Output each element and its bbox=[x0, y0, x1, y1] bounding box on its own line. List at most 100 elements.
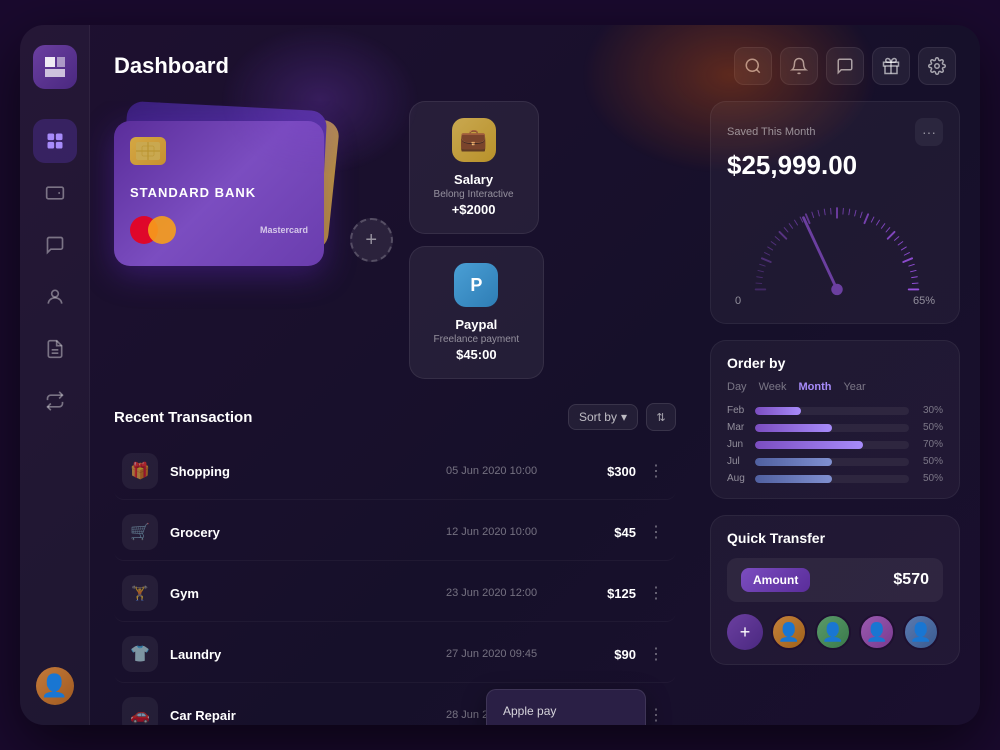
tx-more-car-repair[interactable]: ⋮ bbox=[644, 703, 668, 725]
sidebar-item-reports[interactable] bbox=[33, 327, 77, 371]
bar-fill-feb bbox=[755, 407, 801, 415]
avatar-1[interactable]: 👤 bbox=[771, 614, 807, 650]
salary-name: Salary bbox=[434, 172, 514, 187]
transfer-title: Quick Transfer bbox=[727, 530, 943, 546]
page-title: Dashboard bbox=[114, 53, 722, 79]
tx-more-laundry[interactable]: ⋮ bbox=[644, 642, 668, 666]
amount-label: Amount bbox=[741, 568, 810, 592]
laundry-icon: 👕 bbox=[122, 636, 158, 672]
order-card: Order by Day Week Month Year Feb bbox=[710, 340, 960, 499]
tx-more-shopping[interactable]: ⋮ bbox=[644, 459, 668, 483]
savings-card: Saved This Month ··· $25,999.00 bbox=[710, 101, 960, 324]
savings-amount: $25,999.00 bbox=[727, 150, 943, 181]
sort-dropdown[interactable]: Sort by ▾ bbox=[568, 404, 638, 430]
sort-order-button[interactable]: ⇅ bbox=[646, 403, 676, 431]
list-item: Aug 50% bbox=[727, 473, 943, 484]
transaction-list: 🎁 Shopping 05 Jun 2020 10:00 $300 ⋮ 🛒 Gr… bbox=[114, 443, 676, 725]
savings-more-button[interactable]: ··· bbox=[915, 118, 943, 146]
sort-controls: Sort by ▾ ⇅ bbox=[568, 403, 676, 431]
tab-year[interactable]: Year bbox=[843, 381, 865, 393]
tx-date-grocery: 12 Jun 2020 10:00 bbox=[446, 526, 576, 538]
user-avatar[interactable]: 👤 bbox=[36, 667, 74, 705]
gift-button[interactable] bbox=[872, 47, 910, 85]
content-area: STANDARD BANK Mastercard + bbox=[90, 101, 980, 725]
salary-card[interactable]: 💼 Salary Belong Interactive +$2000 bbox=[409, 101, 539, 234]
tx-more-gym[interactable]: ⋮ bbox=[644, 581, 668, 605]
table-row: 🎁 Shopping 05 Jun 2020 10:00 $300 ⋮ bbox=[114, 443, 676, 500]
left-panel: STANDARD BANK Mastercard + bbox=[90, 101, 700, 725]
bar-track-mar bbox=[755, 424, 909, 432]
header: Dashboard bbox=[90, 25, 980, 101]
sidebar-item-exchange[interactable] bbox=[33, 379, 77, 423]
savings-label: Saved This Month bbox=[727, 126, 815, 138]
avatar-4[interactable]: 👤 bbox=[903, 614, 939, 650]
transactions-title: Recent Transaction bbox=[114, 409, 252, 426]
avatar-2[interactable]: 👤 bbox=[815, 614, 851, 650]
paypal-name: Paypal bbox=[434, 317, 520, 332]
bar-fill-jul bbox=[755, 458, 832, 466]
paypal-sub: Freelance payment bbox=[434, 334, 520, 345]
grocery-icon: 🛒 bbox=[122, 514, 158, 550]
search-button[interactable] bbox=[734, 47, 772, 85]
tab-week[interactable]: Week bbox=[759, 381, 787, 393]
bar-fill-mar bbox=[755, 424, 832, 432]
table-row: 👕 Laundry 27 Jun 2020 09:45 $90 ⋮ bbox=[114, 626, 676, 683]
context-apple-pay[interactable]: Apple pay bbox=[487, 696, 645, 725]
add-person-button[interactable]: + bbox=[727, 614, 763, 650]
tx-amount-shopping: $300 bbox=[576, 464, 636, 479]
sidebar-item-wallet[interactable] bbox=[33, 171, 77, 215]
table-row: 🚗 Car Repair 28 Jun 2020 10:20 ⋮ Apple p… bbox=[114, 687, 676, 725]
tx-amount-grocery: $45 bbox=[576, 525, 636, 540]
credit-card[interactable]: STANDARD BANK Mastercard bbox=[114, 121, 324, 266]
order-title: Order by bbox=[727, 355, 943, 371]
card-bank-name: STANDARD BANK bbox=[130, 185, 308, 200]
mastercard-orange-circle bbox=[148, 216, 176, 244]
paypal-amount: $45:00 bbox=[434, 347, 520, 362]
sidebar-nav bbox=[33, 119, 77, 657]
sidebar-item-messages[interactable] bbox=[33, 223, 77, 267]
avatar-3[interactable]: 👤 bbox=[859, 614, 895, 650]
add-card-button[interactable]: + bbox=[350, 218, 393, 262]
shopping-icon: 🎁 bbox=[122, 453, 158, 489]
tx-more-grocery[interactable]: ⋮ bbox=[644, 520, 668, 544]
bar-track-jun bbox=[755, 441, 909, 449]
table-row: 🏋 Gym 23 Jun 2020 12:00 $125 ⋮ bbox=[114, 565, 676, 622]
bar-track-aug bbox=[755, 475, 909, 483]
app-logo[interactable] bbox=[33, 45, 77, 89]
tx-amount-laundry: $90 bbox=[576, 647, 636, 662]
settings-button[interactable] bbox=[918, 47, 956, 85]
main-content: Dashboard bbox=[90, 25, 980, 725]
paypal-card[interactable]: P Paypal Freelance payment $45:00 bbox=[409, 246, 545, 379]
right-panel: Saved This Month ··· $25,999.00 bbox=[700, 101, 980, 725]
tab-month[interactable]: Month bbox=[798, 381, 831, 393]
tab-day[interactable]: Day bbox=[727, 381, 747, 393]
transfer-card: Quick Transfer Amount $570 + 👤 👤 👤 👤 bbox=[710, 515, 960, 665]
sidebar-item-profile[interactable] bbox=[33, 275, 77, 319]
card-logo-area: Mastercard bbox=[130, 216, 308, 244]
bar-fill-aug bbox=[755, 475, 832, 483]
avatars-row: + 👤 👤 👤 👤 bbox=[727, 614, 943, 650]
list-item: Mar 50% bbox=[727, 422, 943, 433]
context-menu: Apple pay Transfer to account Report for… bbox=[486, 689, 646, 725]
messages-button[interactable] bbox=[826, 47, 864, 85]
bar-fill-jun bbox=[755, 441, 863, 449]
tx-name-gym: Gym bbox=[170, 586, 446, 601]
list-item: Feb 30% bbox=[727, 405, 943, 416]
table-row: 🛒 Grocery 12 Jun 2020 10:00 $45 ⋮ bbox=[114, 504, 676, 561]
card-chip bbox=[130, 137, 166, 165]
savings-header: Saved This Month ··· bbox=[727, 118, 943, 146]
amount-row: Amount $570 bbox=[727, 558, 943, 602]
bar-chart: Feb 30% Mar 50% bbox=[727, 405, 943, 484]
tx-name-car-repair: Car Repair bbox=[170, 708, 446, 723]
chevron-down-icon: ▾ bbox=[621, 410, 627, 424]
salary-sub: Belong Interactive bbox=[434, 189, 514, 200]
paypal-icon: P bbox=[454, 263, 498, 307]
card-brand: Mastercard bbox=[260, 225, 308, 235]
tx-name-laundry: Laundry bbox=[170, 647, 446, 662]
tx-date-gym: 23 Jun 2020 12:00 bbox=[446, 587, 576, 599]
amount-value: $570 bbox=[893, 571, 929, 589]
sidebar-item-dashboard[interactable] bbox=[33, 119, 77, 163]
tx-name-grocery: Grocery bbox=[170, 525, 446, 540]
notifications-button[interactable] bbox=[780, 47, 818, 85]
car-repair-icon: 🚗 bbox=[122, 697, 158, 725]
